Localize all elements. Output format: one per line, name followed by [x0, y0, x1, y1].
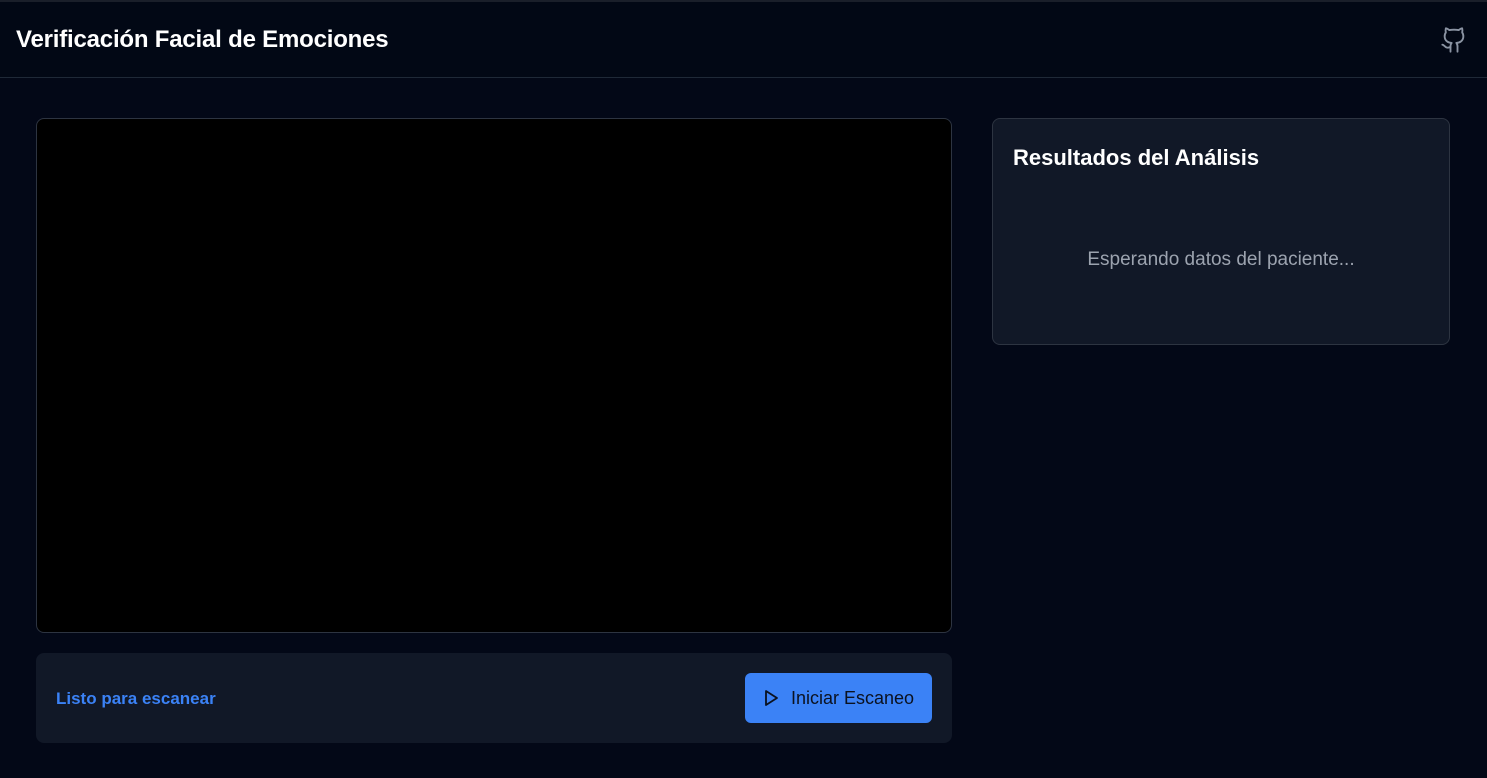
results-placeholder: Esperando datos del paciente...: [1087, 249, 1355, 270]
results-panel: Resultados del Análisis Esperando datos …: [992, 118, 1450, 345]
scan-control-bar: Listo para escanear Iniciar Escaneo: [36, 653, 952, 743]
app-window: Verificación Facial de Emociones Listo p…: [0, 0, 1487, 778]
page-title: Verificación Facial de Emociones: [16, 26, 389, 53]
camera-preview: [36, 118, 952, 633]
start-scan-button[interactable]: Iniciar Escaneo: [745, 673, 932, 723]
start-scan-label: Iniciar Escaneo: [790, 687, 915, 708]
results-title: Resultados del Análisis: [1013, 145, 1260, 170]
scan-status-text: Listo para escanear: [56, 689, 216, 708]
play-icon: [763, 689, 779, 707]
top-bar: Verificación Facial de Emociones: [0, 0, 1487, 78]
github-link[interactable]: [1439, 26, 1469, 58]
github-icon: [1440, 25, 1468, 60]
